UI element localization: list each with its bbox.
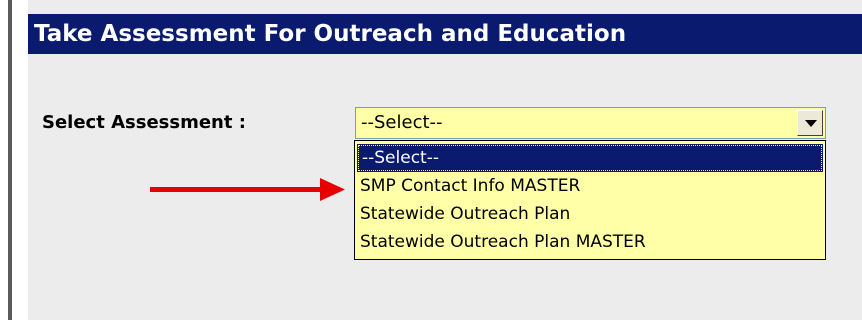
dropdown-toggle-button[interactable]: [797, 110, 823, 136]
option-statewide-outreach-plan[interactable]: Statewide Outreach Plan: [355, 200, 825, 228]
select-assessment-dropdown[interactable]: --Select--: [355, 107, 826, 139]
page-title: Take Assessment For Outreach and Educati…: [28, 14, 862, 54]
option-select[interactable]: --Select--: [357, 144, 823, 172]
page: Take Assessment For Outreach and Educati…: [0, 0, 862, 320]
option-smp-contact-info-master[interactable]: SMP Contact Info MASTER: [355, 172, 825, 200]
dropdown-options-list: --Select-- SMP Contact Info MASTER State…: [354, 140, 826, 260]
option-statewide-outreach-plan-master[interactable]: Statewide Outreach Plan MASTER: [355, 228, 825, 256]
select-current-value: --Select--: [361, 112, 443, 133]
red-arrow-icon: [150, 178, 345, 201]
select-assessment-label: Select Assessment :: [42, 112, 246, 133]
chevron-down-icon: [805, 120, 817, 127]
left-border: [8, 0, 12, 320]
